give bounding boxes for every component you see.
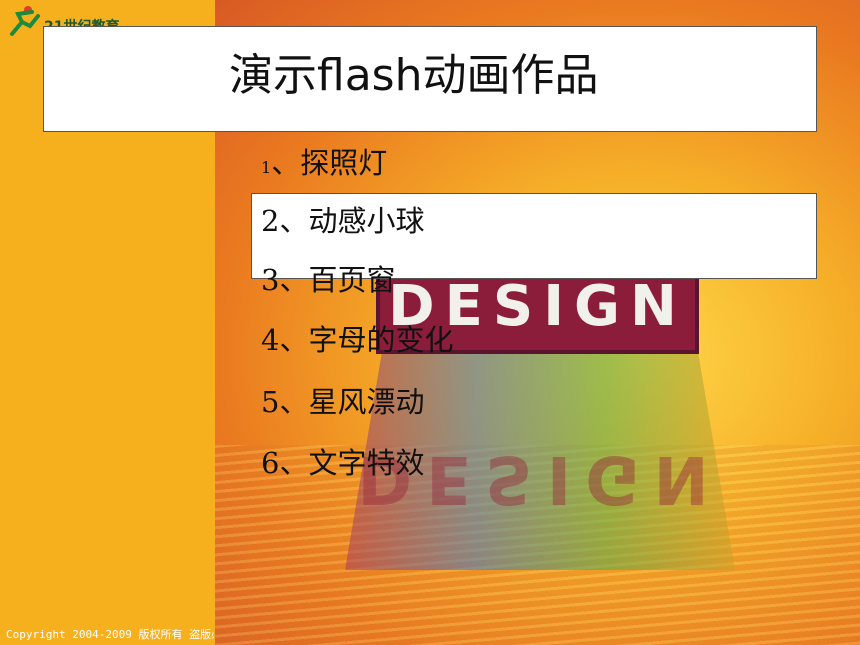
list-item[interactable]: 1、探照灯: [261, 140, 387, 182]
item-label: 、探照灯: [271, 146, 388, 180]
list-item[interactable]: 2、动感小球: [261, 198, 424, 240]
page-title: 演示flash动画作品: [229, 50, 599, 101]
list-item[interactable]: 4、字母的变化: [261, 317, 453, 359]
title-box: 演示flash动画作品: [43, 26, 817, 132]
item-number: 1: [261, 158, 272, 177]
item-label: 、星风漂动: [279, 385, 425, 419]
list-item[interactable]: 3、百页窗: [261, 257, 395, 299]
copyright-text: Copyright 2004-2009 版权所有 盗版必究: [6, 628, 214, 641]
item-number: 3: [261, 263, 280, 297]
list-item[interactable]: 6、文字特效: [261, 440, 424, 482]
item-label: 、文字特效: [279, 446, 425, 480]
item-label: 、百页窗: [279, 263, 396, 297]
item-number: 5: [261, 385, 280, 419]
item-label: 、动感小球: [279, 204, 425, 238]
list-item[interactable]: 5、星风漂动: [261, 379, 424, 421]
item-number: 6: [261, 446, 280, 480]
item-number: 4: [261, 323, 280, 357]
item-number: 2: [261, 204, 280, 238]
runner-icon: [10, 6, 40, 36]
item-label: 、字母的变化: [279, 323, 454, 357]
